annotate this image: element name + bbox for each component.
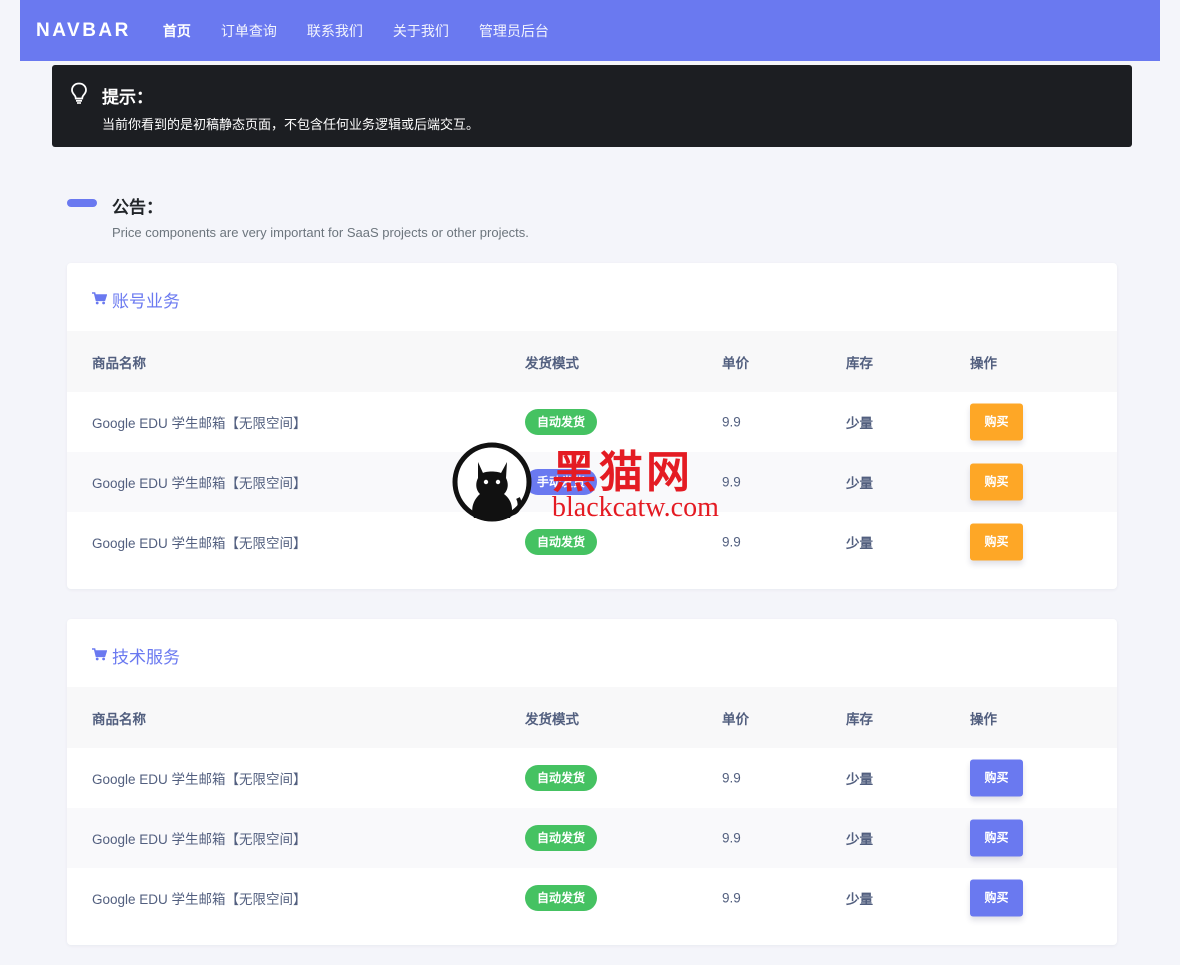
table-row: Google EDU 学生邮箱【无限空间】 自动发货 9.9 少量 购买 — [67, 748, 1117, 808]
tip-title: 提示： — [102, 88, 153, 107]
buy-button[interactable]: 购买 — [970, 819, 1023, 857]
nav-item-order-query[interactable]: 订单查询 — [221, 21, 277, 41]
card-title: 技术服务 — [92, 643, 180, 668]
watermark-title: 黑猫网 — [552, 447, 693, 498]
col-header-op: 操作 — [970, 711, 997, 727]
col-header-price: 单价 — [722, 711, 749, 727]
col-header-mode: 发货模式 — [525, 355, 579, 371]
buy-button[interactable]: 购买 — [970, 403, 1023, 441]
mode-cell: 自动发货 — [525, 825, 598, 851]
col-header-op: 操作 — [970, 355, 997, 371]
product-stock: 少量 — [846, 832, 873, 847]
product-stock: 少量 — [846, 416, 873, 431]
cart-icon — [92, 290, 108, 310]
watermark-url: blackcatw.com — [552, 492, 719, 523]
delivery-mode-badge: 自动发货 — [525, 409, 598, 435]
nav-item-admin[interactable]: 管理员后台 — [479, 21, 549, 41]
op-cell: 购买 — [970, 879, 1023, 917]
card-title: 账号业务 — [92, 287, 180, 312]
table-row: Google EDU 学生邮箱【无限空间】 自动发货 9.9 少量 购买 — [67, 808, 1117, 868]
buy-button[interactable]: 购买 — [970, 759, 1023, 797]
op-cell: 购买 — [970, 403, 1023, 441]
table-header: 商品名称 发货模式 单价 库存 操作 — [67, 687, 1117, 748]
col-header-name: 商品名称 — [92, 355, 146, 371]
delivery-mode-badge: 自动发货 — [525, 529, 598, 555]
nav-item-home[interactable]: 首页 — [163, 21, 191, 41]
product-name: Google EDU 学生邮箱【无限空间】 — [92, 476, 307, 491]
col-header-stock: 库存 — [846, 355, 873, 371]
delivery-mode-badge: 自动发货 — [525, 825, 598, 851]
notice-subtitle: Price components are very important for … — [112, 225, 529, 240]
op-cell: 购买 — [970, 819, 1023, 857]
table-header: 商品名称 发货模式 单价 库存 操作 — [67, 331, 1117, 392]
col-header-stock: 库存 — [846, 711, 873, 727]
black-cat-logo-icon — [452, 438, 534, 531]
mode-cell: 自动发货 — [525, 409, 598, 435]
section-title: 技术服务 — [112, 648, 180, 667]
op-cell: 购买 — [970, 463, 1023, 501]
delivery-mode-badge: 自动发货 — [525, 765, 598, 791]
product-name: Google EDU 学生邮箱【无限空间】 — [92, 892, 307, 907]
lightbulb-icon — [70, 82, 88, 109]
product-name: Google EDU 学生邮箱【无限空间】 — [92, 832, 307, 847]
op-cell: 购买 — [970, 523, 1023, 561]
product-name: Google EDU 学生邮箱【无限空间】 — [92, 536, 307, 551]
buy-button[interactable]: 购买 — [970, 523, 1023, 561]
product-card-tech: 技术服务 商品名称 发货模式 单价 库存 操作 Google EDU 学生邮箱【… — [67, 619, 1117, 945]
cart-icon — [92, 646, 108, 666]
buy-button[interactable]: 购买 — [970, 463, 1023, 501]
buy-button[interactable]: 购买 — [970, 879, 1023, 917]
product-price: 9.9 — [722, 830, 741, 846]
notice-title: 公告： — [112, 198, 163, 217]
product-price: 9.9 — [722, 414, 741, 430]
product-price: 9.9 — [722, 534, 741, 550]
navbar-brand[interactable]: NAVBAR — [36, 20, 131, 42]
table-row: Google EDU 学生邮箱【无限空间】 自动发货 9.9 少量 购买 — [67, 868, 1117, 928]
product-name: Google EDU 学生邮箱【无限空间】 — [92, 772, 307, 787]
mode-cell: 自动发货 — [525, 529, 598, 555]
product-price: 9.9 — [722, 890, 741, 906]
mode-cell: 自动发货 — [525, 765, 598, 791]
col-header-price: 单价 — [722, 355, 749, 371]
product-stock: 少量 — [846, 536, 873, 551]
product-stock: 少量 — [846, 892, 873, 907]
product-name: Google EDU 学生邮箱【无限空间】 — [92, 416, 307, 431]
col-header-name: 商品名称 — [92, 711, 146, 727]
nav-item-contact[interactable]: 联系我们 — [307, 21, 363, 41]
watermark: 黑猫网 blackcatw.com — [452, 438, 732, 528]
mode-cell: 自动发货 — [525, 885, 598, 911]
product-stock: 少量 — [846, 772, 873, 787]
nav-item-about[interactable]: 关于我们 — [393, 21, 449, 41]
product-stock: 少量 — [846, 476, 873, 491]
tip-text: 当前你看到的是初稿静态页面，不包含任何业务逻辑或后端交互。 — [102, 117, 480, 132]
tip-alert: 提示： 当前你看到的是初稿静态页面，不包含任何业务逻辑或后端交互。 — [52, 65, 1132, 147]
product-card-account: 账号业务 商品名称 发货模式 单价 库存 操作 Google EDU 学生邮箱【… — [67, 263, 1117, 589]
navbar: NAVBAR 首页 订单查询 联系我们 关于我们 管理员后台 — [20, 0, 1160, 61]
delivery-mode-badge: 自动发货 — [525, 885, 598, 911]
product-price: 9.9 — [722, 770, 741, 786]
op-cell: 购买 — [970, 759, 1023, 797]
notice-accent-bar — [67, 199, 97, 207]
section-title: 账号业务 — [112, 292, 180, 311]
col-header-mode: 发货模式 — [525, 711, 579, 727]
